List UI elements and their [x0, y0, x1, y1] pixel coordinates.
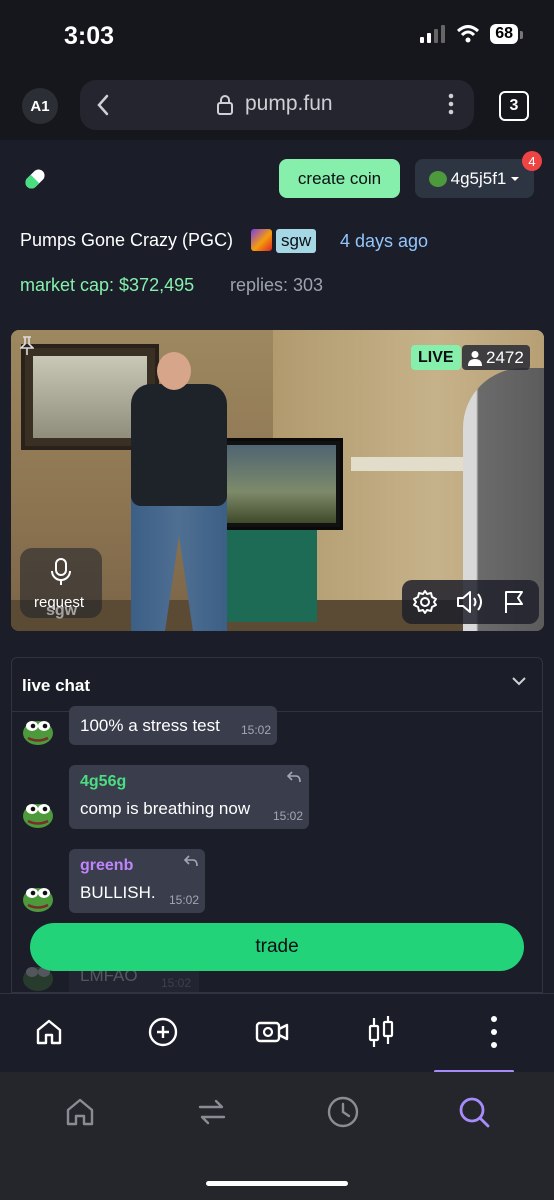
chat-message-time: 15:02: [273, 809, 304, 823]
browser-search-button[interactable]: [454, 1092, 494, 1132]
browser-history-button[interactable]: [323, 1092, 363, 1132]
chat-message-time: 15:02: [169, 893, 200, 907]
chart-candles-icon: [368, 1016, 394, 1047]
video-controls: [402, 580, 539, 624]
more-vertical-icon: [491, 1016, 497, 1048]
microphone-icon: [51, 558, 71, 585]
nav-charts[interactable]: [363, 1014, 399, 1050]
chat-username[interactable]: 4g56g: [80, 773, 126, 791]
plus-circle-icon: [148, 1017, 178, 1047]
chat-message: greenb BULLISH. 15:02: [12, 849, 542, 915]
coin-title: Pumps Gone Crazy (PGC): [20, 230, 234, 250]
gear-icon[interactable]: [412, 589, 438, 615]
coin-age: 4 days ago: [340, 231, 429, 251]
pin-icon[interactable]: [20, 336, 34, 356]
pepe-avatar-icon: [23, 721, 53, 745]
wallet-button[interactable]: 4g5j5f1: [415, 159, 534, 198]
app-bottom-nav: [0, 993, 554, 1071]
chat-bubble[interactable]: 4g56g comp is breathing now 15:02: [69, 765, 309, 829]
pepe-avatar-icon: [23, 888, 53, 912]
coin-thumbnail: [251, 229, 272, 251]
creator-link[interactable]: sgw: [276, 229, 317, 253]
app-header: create coin 4g5j5f1: [0, 140, 554, 220]
chat-message-time: 15:02: [161, 976, 192, 990]
viewer-count: 2472: [462, 345, 530, 370]
url-text[interactable]: pump.fun: [245, 92, 333, 116]
video-camera-icon: [255, 1021, 289, 1043]
chat-bubble[interactable]: greenb BULLISH. 15:02: [69, 849, 205, 913]
cellular-signal-icon: [420, 25, 446, 43]
chat-message: 4g56g comp is breathing now 15:02: [12, 765, 542, 831]
browser-home-button[interactable]: [60, 1092, 100, 1132]
browser-swap-button[interactable]: [192, 1092, 232, 1132]
nav-create[interactable]: [145, 1014, 181, 1050]
search-icon: [459, 1097, 490, 1128]
chat-message-text: comp is breathing now: [80, 799, 251, 818]
chat-bubble[interactable]: 100% a stress test 15:02: [69, 706, 277, 745]
back-icon[interactable]: [96, 93, 110, 117]
status-time: 3:03: [64, 22, 115, 50]
volume-icon[interactable]: [455, 589, 485, 615]
chat-message-time: 15:02: [241, 723, 272, 737]
reply-icon[interactable]: [184, 855, 198, 867]
nav-more[interactable]: [476, 1014, 512, 1050]
home-icon: [36, 1019, 62, 1045]
trade-button[interactable]: trade: [30, 923, 524, 971]
pill-logo-icon[interactable]: [22, 166, 48, 192]
lock-icon: [217, 95, 233, 115]
reply-icon[interactable]: [287, 771, 301, 783]
browser-toolbar: A1 pump.fun 3: [0, 72, 554, 140]
nav-live[interactable]: [254, 1014, 290, 1050]
create-coin-button[interactable]: create coin: [279, 159, 400, 198]
live-chat-header[interactable]: live chat: [12, 658, 542, 712]
more-vertical-icon[interactable]: [448, 92, 454, 116]
status-bar: 3:03 68: [0, 0, 554, 72]
nav-home[interactable]: [31, 1014, 67, 1050]
live-chat-title: live chat: [22, 676, 91, 695]
wifi-icon: [457, 25, 480, 43]
wallet-avatar: [428, 170, 447, 187]
chevron-down-icon[interactable]: [512, 676, 526, 686]
status-icons: 68: [420, 24, 523, 44]
viewer-count-value: 2472: [486, 348, 524, 367]
stream-watermark: sgw: [46, 602, 78, 619]
replies-count: replies: 303: [230, 275, 324, 295]
swap-icon: [198, 1099, 226, 1125]
market-cap: market cap: $372,495: [20, 275, 195, 295]
home-indicator: [206, 1181, 348, 1186]
caret-down-icon: [511, 176, 520, 181]
chat-message-text: BULLISH.: [80, 883, 156, 902]
battery-indicator: 68: [490, 24, 523, 44]
home-icon: [66, 1098, 94, 1126]
flag-icon[interactable]: [502, 589, 526, 615]
tab-count-button[interactable]: 3: [499, 91, 529, 121]
profile-avatar[interactable]: A1: [22, 88, 58, 124]
chat-message-text: 100% a stress test: [80, 716, 220, 735]
chat-username[interactable]: greenb: [80, 857, 133, 875]
pepe-avatar-icon: [23, 804, 53, 828]
chat-message: 100% a stress test 15:02: [12, 706, 542, 752]
wallet-address: 4g5j5f1: [450, 168, 507, 188]
user-icon: [468, 350, 482, 366]
live-badge: LIVE: [411, 345, 461, 370]
url-bar[interactable]: pump.fun: [80, 80, 474, 130]
notification-badge: 4: [522, 151, 542, 171]
history-icon: [327, 1096, 359, 1128]
